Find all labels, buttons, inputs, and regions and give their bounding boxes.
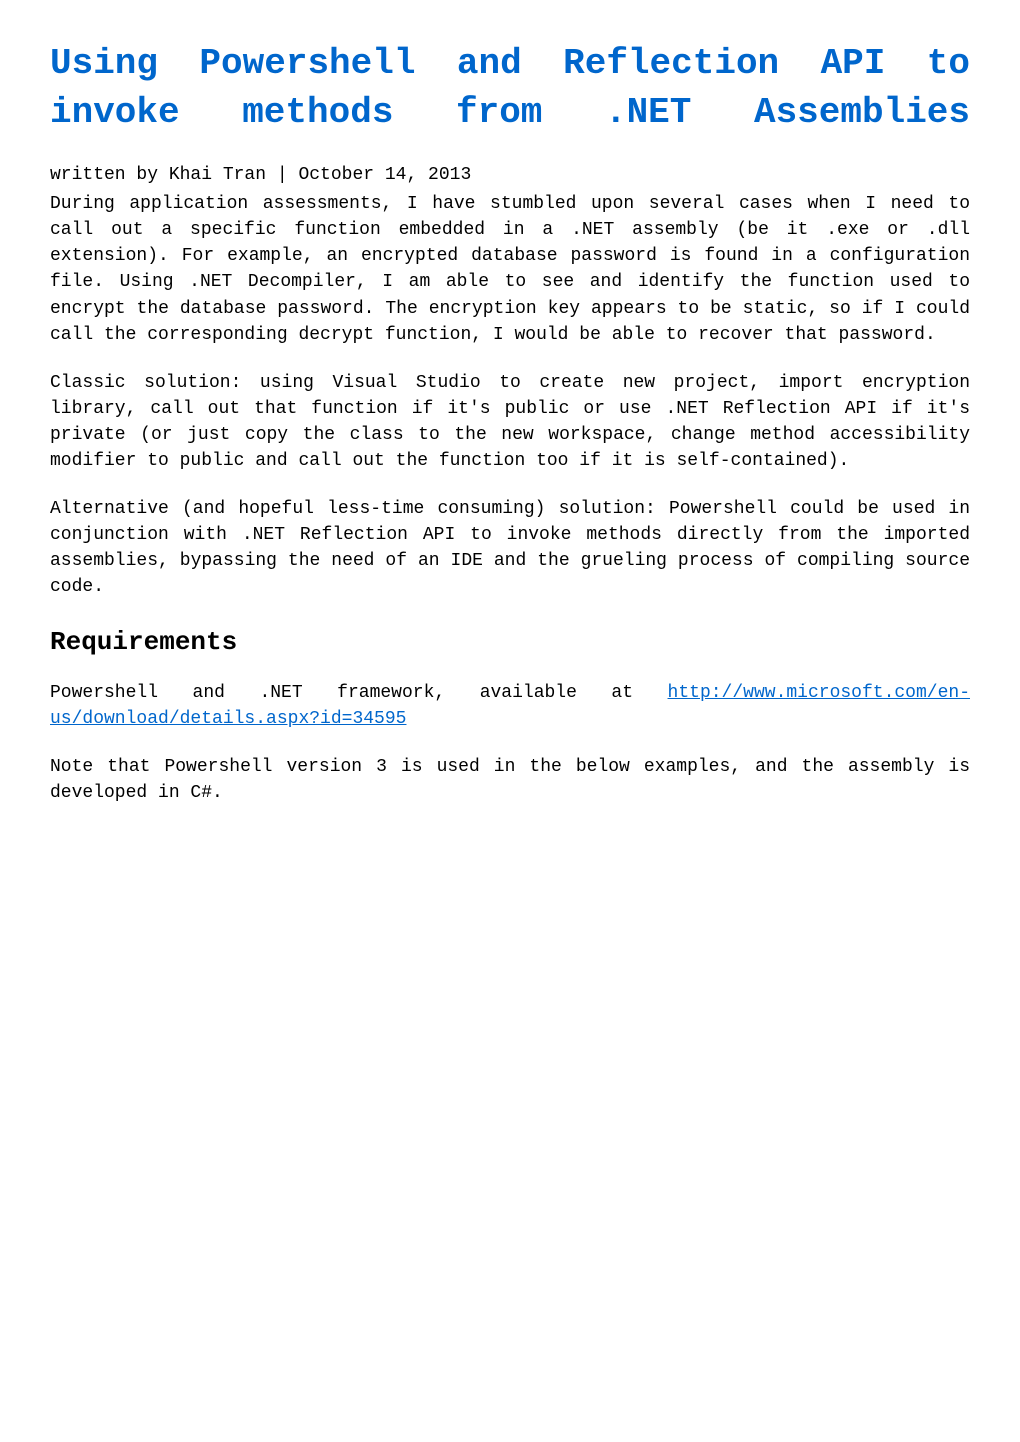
requirements-paragraph-1: Powershell and .NET framework, available… xyxy=(50,680,970,732)
intro-paragraph-3: Alternative (and hopeful less-time consu… xyxy=(50,496,970,600)
intro-paragraph-2: Classic solution: using Visual Studio to… xyxy=(50,370,970,474)
requirements-text-prefix: Powershell and .NET framework, available… xyxy=(50,683,668,703)
byline: written by Khai Tran | October 14, 2013 xyxy=(50,162,970,189)
intro-paragraph-1: During application assessments, I have s… xyxy=(50,191,970,348)
page-title: Using Powershell and Reflection API to i… xyxy=(50,40,970,137)
requirements-heading: Requirements xyxy=(50,623,970,662)
requirements-paragraph-2: Note that Powershell version 3 is used i… xyxy=(50,754,970,806)
